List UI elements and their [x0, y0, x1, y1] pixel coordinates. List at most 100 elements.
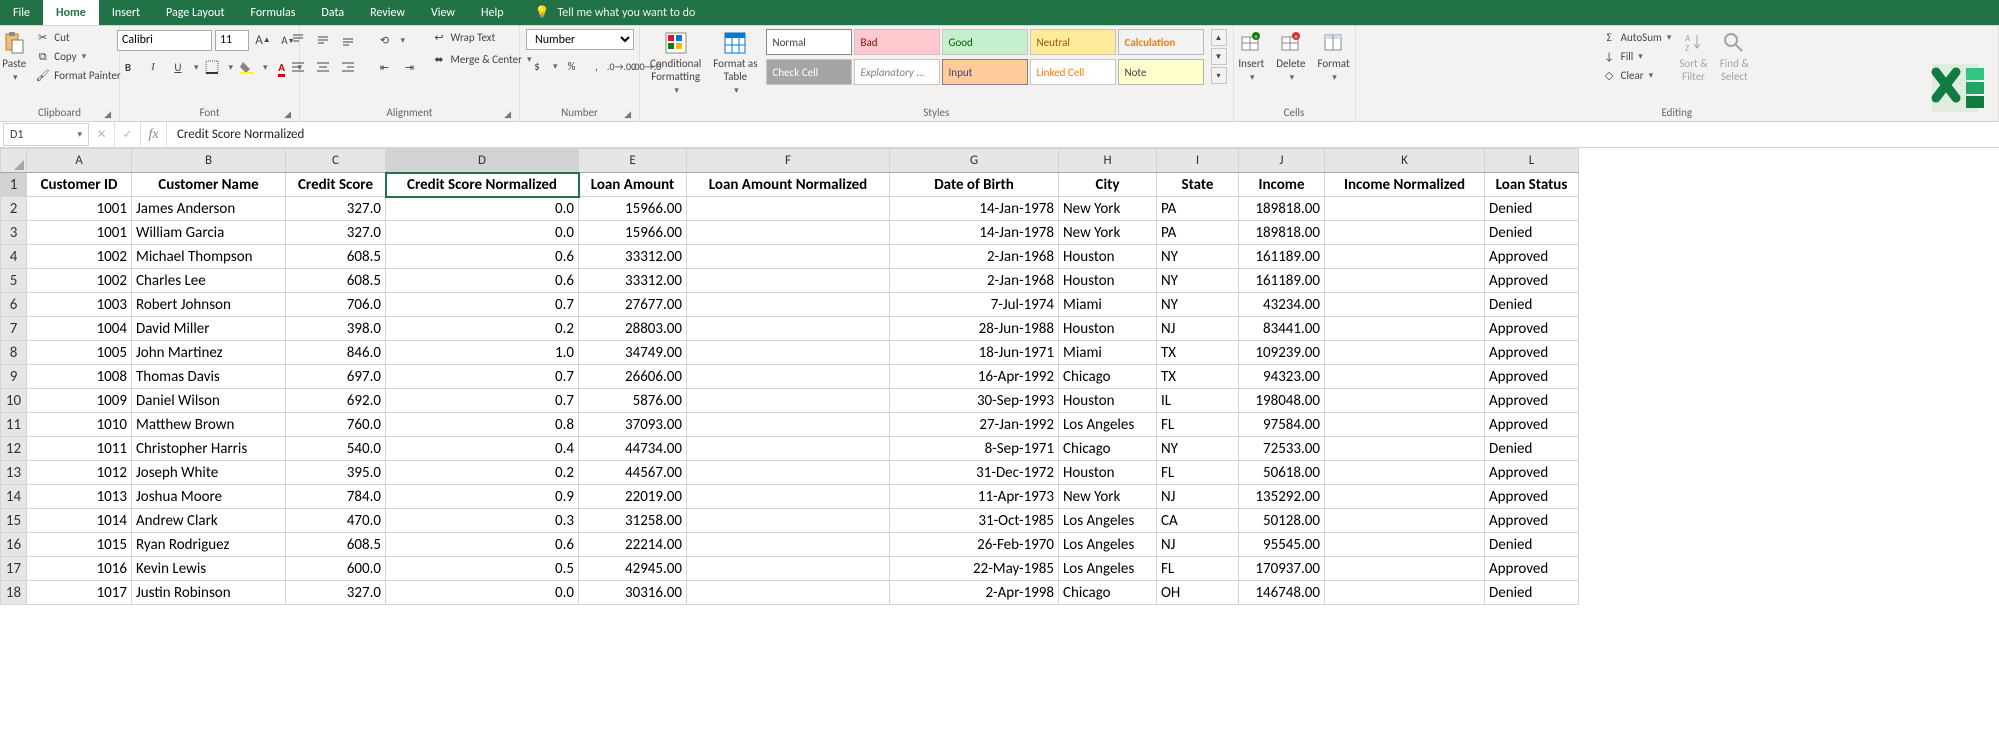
cell[interactable] — [1325, 581, 1485, 605]
column-header[interactable]: D — [386, 149, 579, 173]
cell[interactable]: 327.0 — [286, 221, 386, 245]
cell[interactable]: Approved — [1485, 485, 1579, 509]
cell[interactable]: 1013 — [27, 485, 132, 509]
cell[interactable]: Thomas Davis — [132, 365, 286, 389]
cell[interactable] — [1325, 293, 1485, 317]
cell[interactable]: 18-Jun-1971 — [890, 341, 1059, 365]
cell[interactable]: 42945.00 — [579, 557, 687, 581]
cell[interactable]: 1012 — [27, 461, 132, 485]
cell[interactable]: 1005 — [27, 341, 132, 365]
cell[interactable] — [687, 341, 890, 365]
cell[interactable] — [1325, 221, 1485, 245]
cell[interactable] — [687, 485, 890, 509]
row-header[interactable]: 13 — [1, 461, 27, 485]
cell[interactable]: 1002 — [27, 269, 132, 293]
row-header[interactable]: 5 — [1, 269, 27, 293]
italic-button[interactable]: I — [142, 56, 164, 78]
cell[interactable]: Joshua Moore — [132, 485, 286, 509]
column-header[interactable]: C — [286, 149, 386, 173]
paste-button[interactable]: Paste▾ — [0, 29, 30, 85]
cell[interactable]: 11-Apr-1973 — [890, 485, 1059, 509]
tab-help[interactable]: Help — [468, 0, 517, 25]
style-linked-cell[interactable]: Linked Cell — [1030, 59, 1116, 85]
cell[interactable]: 1001 — [27, 197, 132, 221]
cell[interactable]: 0.6 — [386, 533, 579, 557]
row-header[interactable]: 2 — [1, 197, 27, 221]
cell[interactable]: 44734.00 — [579, 437, 687, 461]
cell[interactable]: Approved — [1485, 365, 1579, 389]
cell[interactable]: 1.0 — [386, 341, 579, 365]
tab-view[interactable]: View — [418, 0, 468, 25]
cell[interactable]: John Martinez — [132, 341, 286, 365]
cell[interactable] — [1325, 533, 1485, 557]
worksheet-grid[interactable]: ABCDEFGHIJKL1Customer IDCustomer NameCre… — [0, 148, 1999, 743]
cell[interactable]: 1016 — [27, 557, 132, 581]
tell-me[interactable]: 💡 Tell me what you want to do — [517, 0, 1999, 25]
cell[interactable]: Approved — [1485, 245, 1579, 269]
cell[interactable]: 1011 — [27, 437, 132, 461]
cell[interactable]: Loan Status — [1485, 173, 1579, 197]
cell[interactable]: 470.0 — [286, 509, 386, 533]
column-header[interactable]: G — [890, 149, 1059, 173]
cell[interactable]: 1014 — [27, 509, 132, 533]
wrap-text-button[interactable]: ↩Wrap Text — [430, 29, 531, 46]
cell[interactable]: 97584.00 — [1239, 413, 1325, 437]
cell[interactable]: 0.3 — [386, 509, 579, 533]
cell[interactable]: Approved — [1485, 269, 1579, 293]
cell[interactable]: 26606.00 — [579, 365, 687, 389]
cell[interactable]: 398.0 — [286, 317, 386, 341]
cell[interactable]: Credit Score — [286, 173, 386, 197]
cell[interactable]: State — [1157, 173, 1239, 197]
cell[interactable]: 7-Jul-1974 — [890, 293, 1059, 317]
sort-filter-button[interactable]: AZSort & Filter — [1675, 29, 1711, 85]
cell[interactable]: William Garcia — [132, 221, 286, 245]
cut-button[interactable]: ✂Cut — [34, 29, 120, 46]
cell[interactable]: Matthew Brown — [132, 413, 286, 437]
cell[interactable]: 0.4 — [386, 437, 579, 461]
cell[interactable] — [1325, 389, 1485, 413]
cell[interactable]: TX — [1157, 341, 1239, 365]
cell[interactable]: Approved — [1485, 461, 1579, 485]
column-header[interactable]: H — [1059, 149, 1157, 173]
cell[interactable]: Ryan Rodriguez — [132, 533, 286, 557]
cell[interactable]: 72533.00 — [1239, 437, 1325, 461]
cell[interactable]: 1002 — [27, 245, 132, 269]
row-header[interactable]: 18 — [1, 581, 27, 605]
comma-button[interactable]: , — [586, 55, 608, 77]
cell[interactable] — [687, 197, 890, 221]
cell[interactable]: 2-Jan-1968 — [890, 269, 1059, 293]
cell[interactable]: Robert Johnson — [132, 293, 286, 317]
cell[interactable] — [1325, 341, 1485, 365]
cell[interactable]: 1003 — [27, 293, 132, 317]
row-header[interactable]: 6 — [1, 293, 27, 317]
row-header[interactable]: 1 — [1, 173, 27, 197]
cell[interactable]: Houston — [1059, 317, 1157, 341]
cell[interactable]: NY — [1157, 293, 1239, 317]
style-good[interactable]: Good — [942, 29, 1028, 55]
align-bottom-button[interactable] — [337, 29, 359, 51]
cell[interactable]: 22019.00 — [579, 485, 687, 509]
cell[interactable]: Income — [1239, 173, 1325, 197]
cell[interactable]: 31258.00 — [579, 509, 687, 533]
cell[interactable]: Approved — [1485, 509, 1579, 533]
style-more[interactable]: ▾ — [1211, 67, 1227, 84]
cell[interactable]: 50128.00 — [1239, 509, 1325, 533]
conditional-formatting-button[interactable]: Conditional Formatting▾ — [646, 29, 705, 98]
row-header[interactable]: 7 — [1, 317, 27, 341]
cell[interactable]: 760.0 — [286, 413, 386, 437]
cell[interactable] — [687, 533, 890, 557]
cell[interactable]: Miami — [1059, 341, 1157, 365]
cell[interactable]: David Miller — [132, 317, 286, 341]
cell[interactable]: 43234.00 — [1239, 293, 1325, 317]
cell[interactable]: New York — [1059, 485, 1157, 509]
cell[interactable]: 0.6 — [386, 245, 579, 269]
cell[interactable]: 608.5 — [286, 533, 386, 557]
cell[interactable]: 109239.00 — [1239, 341, 1325, 365]
find-select-button[interactable]: Find & Select — [1716, 29, 1753, 85]
tab-file[interactable]: File — [0, 0, 43, 25]
cell[interactable]: Joseph White — [132, 461, 286, 485]
merge-center-button[interactable]: ⬌Merge & Center▾ — [430, 51, 531, 68]
cell[interactable]: 0.8 — [386, 413, 579, 437]
percent-button[interactable]: % — [561, 55, 583, 77]
currency-button[interactable]: $ — [526, 55, 548, 77]
